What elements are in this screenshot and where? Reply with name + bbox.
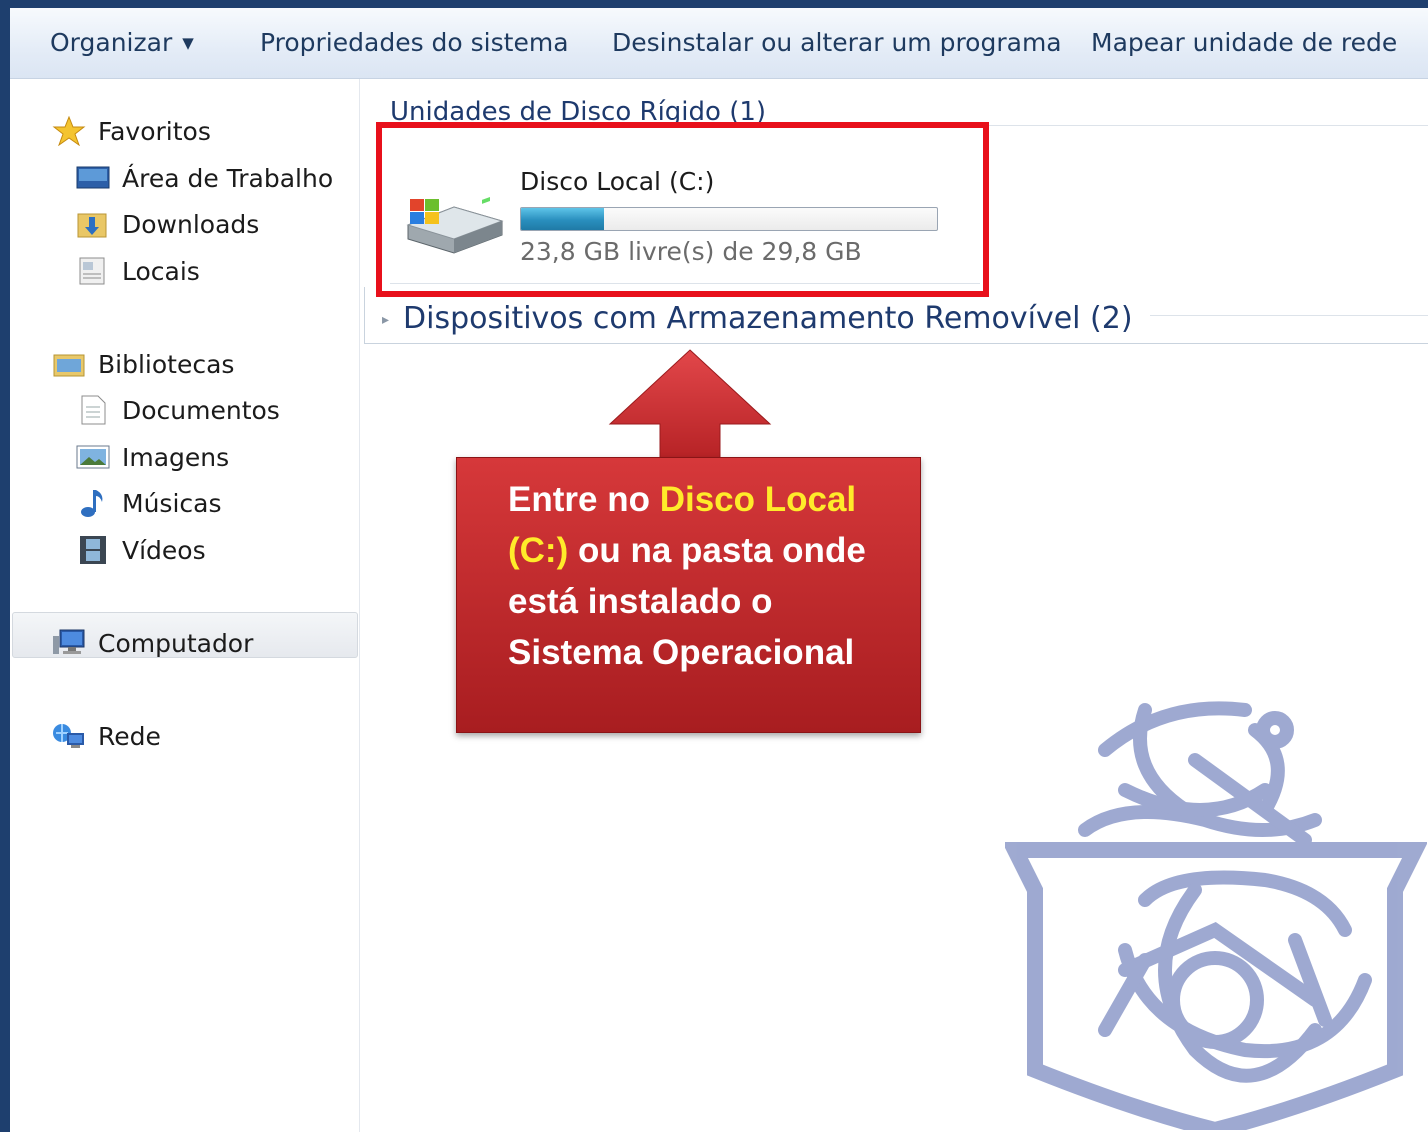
nav-label-favorites: Favoritos xyxy=(98,116,211,146)
nav-label-documents: Documentos xyxy=(122,395,280,425)
navigation-pane: Favoritos Área de Trabalho Downloads Loc… xyxy=(10,79,360,1132)
dropdown-arrow-icon: ▼ xyxy=(182,34,194,52)
map-network-drive-button[interactable]: Mapear unidade de rede xyxy=(1091,28,1397,57)
removable-group-label: Dispositivos com Armazenamento Removível… xyxy=(403,301,1133,336)
removable-storage-group-header[interactable]: ▸ Dispositivos com Armazenamento Removíve… xyxy=(382,301,1133,336)
recent-places-icon xyxy=(79,257,105,285)
nav-label-network: Rede xyxy=(98,721,161,751)
desktop-icon xyxy=(76,166,110,189)
downloads-folder-icon xyxy=(77,213,107,238)
computer-icon xyxy=(53,629,85,654)
nav-item-libraries[interactable]: Bibliotecas xyxy=(52,344,234,384)
nav-item-images[interactable]: Imagens xyxy=(76,437,229,477)
callout-text-start: Entre no xyxy=(508,480,660,519)
group-divider xyxy=(1150,315,1428,316)
music-note-icon xyxy=(81,490,103,517)
instruction-callout: Entre no Disco Local (C:) ou na pasta on… xyxy=(456,457,921,733)
up-arrow-icon xyxy=(608,349,772,460)
nav-label-music: Músicas xyxy=(122,488,222,518)
document-icon xyxy=(81,395,106,425)
group-divider xyxy=(364,343,1428,344)
nav-item-downloads[interactable]: Downloads xyxy=(76,204,259,244)
nav-item-places[interactable]: Locais xyxy=(76,251,200,291)
nav-label-videos: Vídeos xyxy=(122,535,206,565)
highlight-box xyxy=(376,122,989,297)
nav-item-music[interactable]: Músicas xyxy=(76,483,221,523)
nav-item-computer[interactable]: Computador xyxy=(52,623,253,663)
film-icon xyxy=(80,536,106,564)
nav-item-desktop[interactable]: Área de Trabalho xyxy=(76,158,333,198)
libraries-icon xyxy=(53,354,85,377)
nav-label-images: Imagens xyxy=(122,442,230,472)
explorer-window: Organizar ▼ Propriedades do sistema Desin… xyxy=(10,8,1428,1132)
network-icon xyxy=(53,724,84,748)
command-bar: Organizar ▼ Propriedades do sistema Desin… xyxy=(10,8,1428,79)
nav-item-documents[interactable]: Documentos xyxy=(76,390,280,430)
organize-button[interactable]: Organizar ▼ xyxy=(50,28,194,57)
group-divider xyxy=(364,287,365,344)
nav-label-places: Locais xyxy=(122,256,200,286)
nav-item-videos[interactable]: Vídeos xyxy=(76,530,206,570)
nav-label-desktop: Área de Trabalho xyxy=(122,163,334,193)
nav-item-network[interactable]: Rede xyxy=(52,716,161,756)
uninstall-program-button[interactable]: Desinstalar ou alterar um programa xyxy=(612,28,1062,57)
nav-label-downloads: Downloads xyxy=(122,209,260,239)
star-icon xyxy=(52,116,86,146)
nav-label-computer: Computador xyxy=(98,628,254,658)
nav-label-libraries: Bibliotecas xyxy=(98,349,235,379)
organize-label: Organizar xyxy=(50,28,173,57)
system-properties-button[interactable]: Propriedades do sistema xyxy=(260,28,569,57)
nav-item-favorites[interactable]: Favoritos xyxy=(52,111,211,151)
emblem-watermark xyxy=(1005,701,1427,1130)
expand-arrow-icon: ▸ xyxy=(382,312,390,328)
image-icon xyxy=(76,445,110,469)
